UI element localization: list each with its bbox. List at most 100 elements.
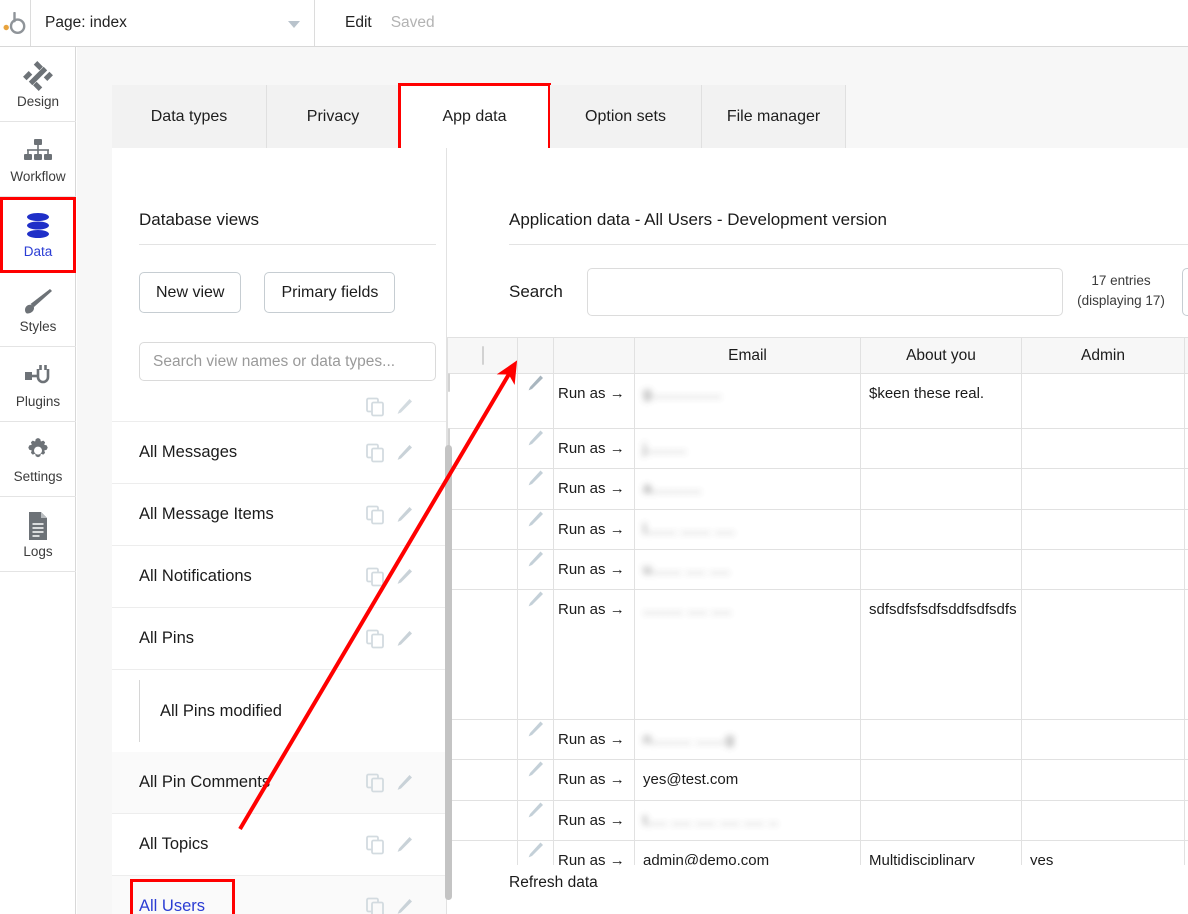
run-as-link[interactable]: Run as → — [554, 841, 634, 865]
run-as-cell[interactable]: Run as → — [553, 508, 635, 550]
select-all-header[interactable] — [447, 337, 518, 374]
pencil-icon[interactable] — [395, 835, 414, 854]
views-list[interactable]: All Default Stuffs All Messages — [112, 392, 446, 914]
row-edit-cell[interactable] — [517, 759, 554, 801]
run-as-link[interactable]: Run as → — [554, 469, 634, 508]
primary-fields-button[interactable]: Primary fields — [264, 272, 396, 313]
bubble-logo-icon — [3, 12, 27, 34]
run-as-link[interactable]: Run as → — [554, 801, 634, 840]
bubble-logo[interactable] — [0, 0, 30, 46]
tab-app-data[interactable]: App data — [398, 83, 551, 151]
row-select-cell[interactable] — [447, 589, 518, 720]
run-as-cell[interactable]: Run as → — [553, 718, 635, 761]
tab-file-manager[interactable]: File manager — [702, 85, 846, 148]
run-as-link[interactable]: Run as → — [554, 510, 634, 549]
tab-data-types[interactable]: Data types — [112, 85, 267, 148]
run-as-cell[interactable]: Run as → — [553, 839, 635, 865]
run-as-link[interactable]: Run as → — [554, 760, 634, 799]
row-select-cell[interactable] — [447, 427, 518, 470]
row-select-cell[interactable] — [447, 839, 518, 865]
table-row: Run as → j‥‥‥‥ — [447, 427, 1188, 470]
list-item-child[interactable]: All Pins modified — [112, 670, 446, 752]
copy-icon[interactable] — [366, 773, 385, 792]
sidebar-item-plugins[interactable]: Plugins — [0, 347, 76, 422]
row-edit-cell[interactable] — [517, 427, 554, 470]
row-select-cell[interactable] — [447, 373, 518, 429]
row-edit-cell[interactable] — [517, 373, 554, 429]
run-as-link[interactable]: Run as → — [554, 720, 634, 759]
run-as-cell[interactable]: Run as → — [553, 759, 635, 801]
pencil-icon[interactable] — [395, 897, 414, 914]
row-edit-cell[interactable] — [517, 799, 554, 841]
list-item[interactable]: All Default Stuffs — [112, 392, 446, 422]
tab-privacy[interactable]: Privacy — [267, 85, 400, 148]
copy-icon[interactable] — [366, 897, 385, 914]
copy-icon[interactable] — [366, 505, 385, 524]
sidebar-item-data[interactable]: Data — [0, 197, 76, 273]
new-view-button[interactable]: New view — [139, 272, 242, 313]
search-input[interactable] — [587, 268, 1063, 316]
edit-button[interactable]: Edit — [345, 14, 372, 32]
run-as-link[interactable]: Run as → — [554, 550, 634, 589]
select-all-checkbox[interactable] — [481, 345, 484, 365]
row-checkbox[interactable] — [448, 373, 450, 392]
row-select-cell[interactable] — [447, 759, 518, 801]
row-edit-cell[interactable] — [517, 548, 554, 591]
row-edit-cell[interactable] — [517, 839, 554, 865]
run-as-cell[interactable]: Run as → — [553, 427, 635, 470]
copy-icon[interactable] — [366, 835, 385, 854]
search-view-names-input[interactable] — [139, 342, 436, 381]
list-item[interactable]: All Messages — [112, 422, 446, 484]
column-header-email[interactable]: Email — [634, 337, 861, 374]
pencil-icon[interactable] — [395, 397, 414, 416]
column-header-admin[interactable]: Admin — [1021, 337, 1185, 374]
copy-icon[interactable] — [366, 629, 385, 648]
row-select-cell[interactable] — [447, 718, 518, 761]
run-as-cell[interactable]: Run as → — [553, 589, 635, 720]
sidebar-item-design[interactable]: Design — [0, 47, 76, 122]
admin-cell — [1021, 589, 1185, 720]
sidebar-item-logs[interactable]: Logs — [0, 497, 76, 572]
column-header-about-you[interactable]: About you — [860, 337, 1022, 374]
pencil-icon[interactable] — [395, 505, 414, 524]
run-as-cell[interactable]: Run as → — [553, 468, 635, 510]
row-select-cell[interactable] — [447, 508, 518, 550]
pencil-icon[interactable] — [395, 773, 414, 792]
pencil-icon[interactable] — [395, 629, 414, 648]
new-entry-button[interactable]: New entry — [1182, 268, 1188, 316]
pencil-icon[interactable] — [395, 443, 414, 462]
list-item[interactable]: All Message Items — [112, 484, 446, 546]
run-as-cell[interactable]: Run as → — [553, 548, 635, 591]
row-edit-cell[interactable] — [517, 508, 554, 550]
run-as-link[interactable]: Run as → — [554, 429, 634, 468]
list-item[interactable]: All Pins — [112, 608, 446, 670]
view-name: All Default Stuffs — [139, 392, 261, 397]
tab-option-sets[interactable]: Option sets — [550, 85, 702, 148]
sidebar-item-all-users[interactable]: All Users — [112, 876, 446, 914]
row-edit-cell[interactable] — [517, 589, 554, 720]
sidebar-item-workflow[interactable]: Workflow — [0, 122, 76, 197]
list-item[interactable]: All Pin Comments — [112, 752, 446, 814]
column-header-extra[interactable] — [1184, 337, 1188, 374]
sidebar-item-styles[interactable]: Styles — [0, 272, 76, 347]
run-as-cell[interactable]: Run as → — [553, 799, 635, 841]
copy-icon[interactable] — [366, 397, 385, 416]
page-selector[interactable]: Page: index — [31, 0, 314, 46]
row-edit-cell[interactable] — [517, 718, 554, 761]
refresh-data-link[interactable]: Refresh data — [509, 874, 598, 892]
sidebar-item-settings[interactable]: Settings — [0, 422, 76, 497]
copy-icon[interactable] — [366, 567, 385, 586]
row-select-cell[interactable] — [447, 548, 518, 591]
row-edit-cell[interactable] — [517, 468, 554, 510]
copy-icon[interactable] — [366, 443, 385, 462]
pencil-icon[interactable] — [395, 567, 414, 586]
data-table-container[interactable]: Email About you Admin Run as → g‥‥‥‥‥‥‥ … — [447, 337, 1188, 865]
row-select-cell[interactable] — [447, 468, 518, 510]
views-list-scrollbar[interactable] — [445, 445, 452, 900]
row-select-cell[interactable] — [447, 799, 518, 841]
list-item[interactable]: All Notifications — [112, 546, 446, 608]
list-item[interactable]: All Topics — [112, 814, 446, 876]
run-as-cell[interactable]: Run as → — [553, 373, 635, 429]
run-as-link[interactable]: Run as → — [554, 374, 634, 413]
run-as-link[interactable]: Run as → — [554, 590, 634, 629]
